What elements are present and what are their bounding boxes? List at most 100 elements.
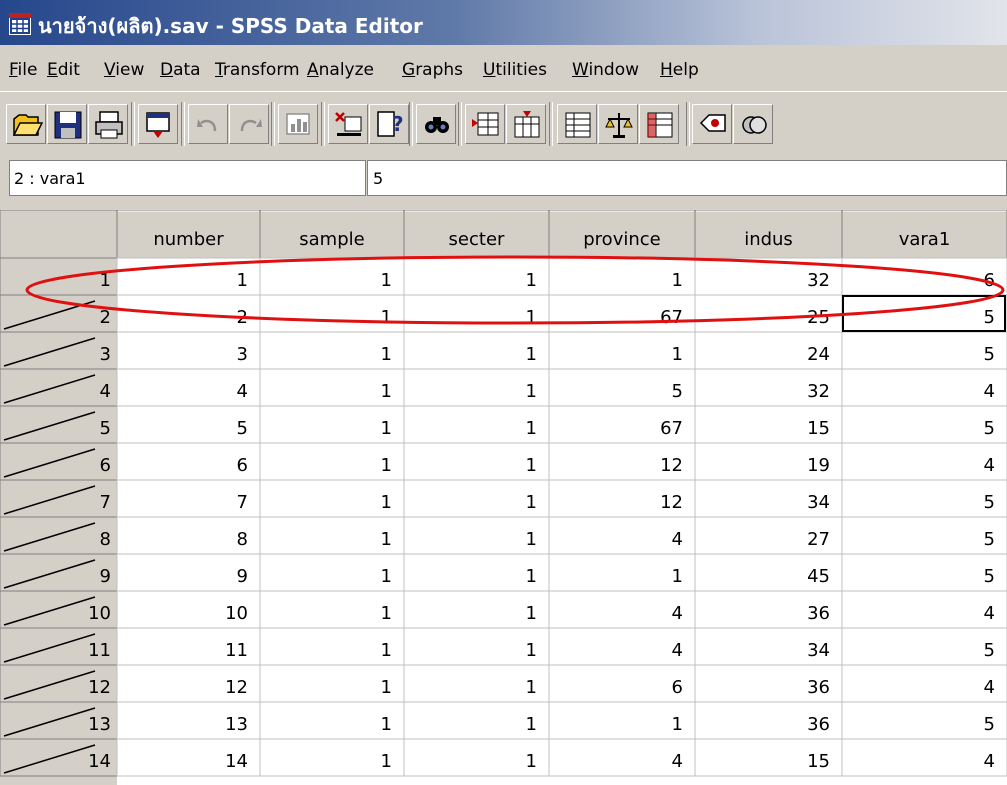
data-grid: number sample secter province indus vara1 1 1 1 1…: [0, 210, 1007, 785]
print-icon: [95, 111, 123, 139]
spss-grid-icon: [9, 13, 31, 35]
toolbar-separator: [131, 102, 135, 146]
cell-value: 4: [672, 529, 683, 550]
cell-value: 14: [225, 751, 248, 772]
data-cell[interactable]: [841, 590, 1007, 629]
save-button[interactable]: [47, 104, 87, 144]
cell-value: 1: [526, 714, 537, 735]
cell-info-bar: 2 : vara1 5: [0, 152, 1007, 210]
data-cell[interactable]: [841, 627, 1007, 666]
cell-value: 1: [672, 566, 683, 587]
select-cases-button[interactable]: [639, 104, 679, 144]
menu-data[interactable]: Data: [160, 60, 201, 80]
title-bar[interactable]: นายจ้าง(ผลิต).sav - SPSS Data Editor: [0, 0, 1007, 45]
row-number: 11: [88, 640, 111, 661]
toolbar-separator: [271, 102, 275, 146]
insert-case-button[interactable]: [465, 104, 505, 144]
data-cell[interactable]: [841, 664, 1007, 703]
dialog-recall-button[interactable]: [138, 104, 178, 144]
toolbar-separator: [458, 102, 462, 146]
find-icon: [425, 117, 449, 133]
goto-chart-icon: [286, 113, 310, 135]
goto-chart-button[interactable]: [278, 104, 318, 144]
cell-value: 4: [984, 677, 995, 698]
column-header-label: secter: [449, 229, 505, 250]
cell-value: 4: [984, 751, 995, 772]
cell-value: 1: [381, 270, 392, 291]
variables-icon: ?: [377, 111, 404, 137]
menu-utilities[interactable]: Utilities: [483, 60, 547, 80]
data-cell[interactable]: [841, 738, 1007, 777]
undo-button[interactable]: [188, 104, 228, 144]
cell-value-editor[interactable]: 5: [367, 160, 1007, 196]
column-header-label: vara1: [899, 229, 951, 250]
row-number: 13: [88, 714, 111, 735]
cell-value: 5: [984, 492, 995, 513]
cell-value: 5: [672, 381, 683, 402]
data-cell[interactable]: [841, 516, 1007, 555]
cell-reference: 2 : vara1: [9, 160, 366, 196]
column-header-label: indus: [744, 229, 793, 250]
cell-value: 4: [984, 603, 995, 624]
corner-header[interactable]: [0, 210, 118, 259]
cell-value: 5: [984, 640, 995, 661]
goto-case-button[interactable]: [328, 104, 368, 144]
use-sets-icon: [742, 116, 767, 134]
cell-value: 1: [526, 603, 537, 624]
toolbar-separator: [321, 102, 325, 146]
data-cell[interactable]: [841, 405, 1007, 444]
menu-help[interactable]: Help: [660, 60, 699, 80]
variables-button[interactable]: ?: [369, 104, 409, 144]
weight-cases-icon: [605, 113, 633, 138]
cell-value: 8: [237, 529, 248, 550]
data-cell[interactable]: [841, 331, 1007, 370]
cell-value: 1: [381, 751, 392, 772]
menu-analyze[interactable]: Analyze: [307, 60, 374, 80]
value-labels-button[interactable]: [692, 104, 732, 144]
cell-value: 12: [660, 492, 683, 513]
use-sets-button[interactable]: [733, 104, 773, 144]
menu-edit[interactable]: Edit: [47, 60, 80, 80]
cell-value: 27: [807, 529, 830, 550]
open-file-button[interactable]: [6, 104, 46, 144]
print-button[interactable]: [88, 104, 128, 144]
cell-value: 4: [672, 751, 683, 772]
data-cell[interactable]: [841, 479, 1007, 518]
cell-value: 6: [237, 455, 248, 476]
cell-value: 1: [672, 344, 683, 365]
cell-value: 1: [381, 344, 392, 365]
select-cases-icon: [647, 112, 673, 138]
menu-window[interactable]: Window: [572, 60, 639, 80]
cell-value: 1: [526, 640, 537, 661]
menu-file[interactable]: File: [9, 60, 37, 80]
row-number: 4: [100, 381, 111, 402]
row-number: 8: [100, 529, 111, 550]
weight-cases-button[interactable]: [598, 104, 638, 144]
data-cell[interactable]: [841, 257, 1007, 296]
row-number: 3: [100, 344, 111, 365]
insert-variable-icon: [514, 111, 540, 138]
toolbar-separator: [549, 102, 553, 146]
svg-text:?: ?: [392, 112, 404, 136]
cell-value: 24: [807, 344, 830, 365]
data-cell[interactable]: [841, 701, 1007, 740]
insert-variable-button[interactable]: [506, 104, 546, 144]
cell-value: 1: [381, 714, 392, 735]
data-cell[interactable]: [841, 442, 1007, 481]
cell-value: 1: [526, 307, 537, 328]
column-header-label: province: [583, 229, 660, 250]
toolbar: ?: [0, 91, 1007, 153]
split-file-button[interactable]: [557, 104, 597, 144]
redo-button[interactable]: [229, 104, 269, 144]
menu-transform[interactable]: Transform: [215, 60, 300, 80]
cell-value: 36: [807, 714, 830, 735]
cell-value: 4: [672, 640, 683, 661]
data-cell[interactable]: [841, 553, 1007, 592]
cell-value: 15: [807, 418, 830, 439]
menu-view[interactable]: View: [104, 60, 144, 80]
data-cell[interactable]: [841, 368, 1007, 407]
find-button[interactable]: [416, 104, 456, 144]
value-labels-icon: [699, 114, 726, 132]
cell-value: 5: [984, 344, 995, 365]
menu-graphs[interactable]: Graphs: [402, 60, 463, 80]
